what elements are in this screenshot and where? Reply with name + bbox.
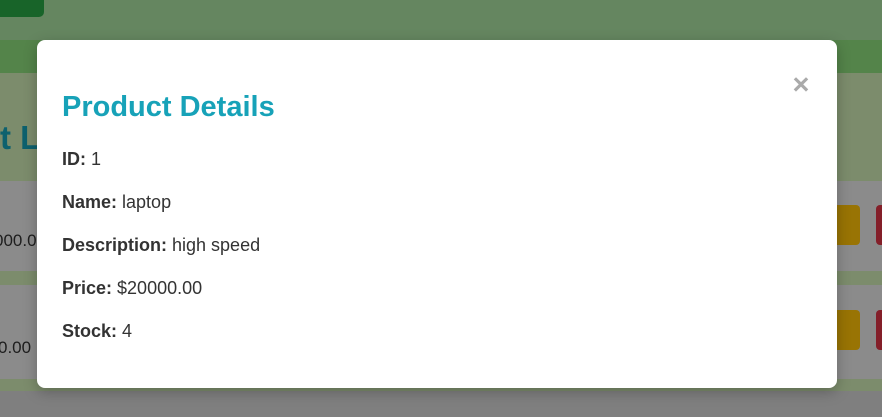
close-icon[interactable]: × <box>789 70 813 100</box>
detail-label: ID: <box>62 149 91 169</box>
detail-name: Name: laptop <box>62 191 171 213</box>
detail-value: high speed <box>172 235 261 255</box>
detail-id: ID: 1 <box>62 148 101 170</box>
detail-label: Stock: <box>62 321 123 341</box>
product-details-modal: × Product Details ID: 1 Name: laptop Des… <box>37 40 837 388</box>
detail-value: $20000.00 <box>117 278 203 298</box>
detail-label: Name: <box>62 192 123 212</box>
detail-value: 4 <box>122 321 133 341</box>
detail-price: Price: $20000.00 <box>62 277 202 299</box>
detail-value: laptop <box>122 192 172 212</box>
detail-description: Description: high speed <box>62 234 260 256</box>
modal-title: Product Details <box>62 91 275 123</box>
detail-label: Description: <box>62 235 173 255</box>
detail-label: Price: <box>62 278 118 298</box>
detail-value: 1 <box>91 149 102 169</box>
detail-stock: Stock: 4 <box>62 320 132 342</box>
